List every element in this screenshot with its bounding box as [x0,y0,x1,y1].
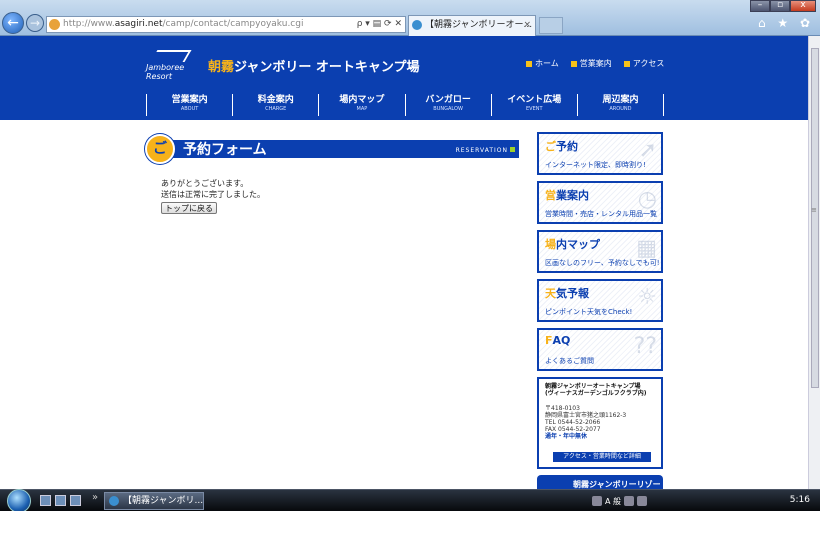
below-screen-area [0,511,820,541]
chevron-icon[interactable]: » [92,492,98,503]
sidebar-box-weather[interactable]: 天気予報 ピンポイント天気をCheck! ☼ [537,279,663,322]
contact-info: 朝霧ジャンボリーオートキャンプ場 (ヴィーナスガーデンゴルフクラブ内) 〒418… [537,377,663,469]
cursor-icon: ➚ [638,138,657,163]
back-icon[interactable]: ← [2,12,24,34]
resort-banner[interactable]: 朝霧ジャンボリーリゾート [537,475,669,489]
main-content: ご 予約フォーム RESERVATION ありがとうございます。 送信は正常に完… [145,134,521,214]
info-fax: FAX 0544-52-2077 [545,426,601,433]
util-link-access[interactable]: アクセス [623,58,664,69]
close-button[interactable]: x [790,0,816,12]
tab-title: 【朝霧ジャンボリーオー... [425,20,533,30]
browser-tab[interactable]: 【朝霧ジャンボリーオー... × [408,15,536,36]
page-title-bar: ご 予約フォーム RESERVATION [145,134,519,164]
ie-quicklaunch-icon[interactable] [70,495,81,506]
tray-network-icon[interactable] [624,496,635,506]
minimize-button[interactable]: – [750,0,770,12]
browser-tools-icons[interactable]: ⌂ ★ ✿ [758,16,814,30]
new-tab-button[interactable] [539,17,563,34]
message-line-2: 送信は正常に完了しました。 [161,190,265,199]
sidebar: ご予約 インターネット限定、即時割り! ➚ 営業案内 営業時間・売店・レンタル用品一覧… [537,132,669,489]
sidebar-box-business[interactable]: 営業案内 営業時間・売店・レンタル用品一覧 ◷ [537,181,663,224]
info-tel: TEL 0544-52-2066 [545,419,601,426]
global-nav: 営業案内 ABOUT 料金案内 CHARGE 場内マップ MAP バンガロー BUNGA… [146,94,665,116]
question-icon: ?? [633,334,657,359]
site-name-rest: ジャンボリー オートキャンプ場 [234,60,420,75]
info-zip: 〒418-0103 [545,405,580,412]
nav-item-event[interactable]: イベント広場 EVENT [492,94,578,116]
nav-item-bungalow[interactable]: バンガロー BUNGALOW [406,94,492,116]
tab-close-icon[interactable]: × [523,16,531,35]
start-button[interactable] [7,489,31,513]
info-name-sub: (ヴィーナスガーデンゴルフクラブ内) [545,390,647,397]
site-header: Jamboree Resort 朝霧ジャンボリー オートキャンプ場 ホーム 営業… [0,36,808,120]
page-title-en: RESERVATION [456,147,515,154]
site-name: 朝霧ジャンボリー オートキャンプ場 [208,56,420,75]
url-host: asagiri.net [114,19,163,29]
ime-indicator[interactable]: A 般 [605,496,621,507]
site-name-accent: 朝霧 [208,60,235,75]
info-address: 静岡県富士宮市猪之頭1162-3 [545,412,627,419]
page-title: 予約フォーム [183,142,267,158]
url-path: /camp/contact/campyoyaku.cgi [162,19,304,29]
sidebar-box-map[interactable]: 場内マップ 区画なしのフリー、予約なしでも可! ▦ [537,230,663,273]
page-viewport: Jamboree Resort 朝霧ジャンボリー オートキャンプ場 ホーム 営業… [0,36,808,489]
info-holiday: 通年・年中無休 [545,433,588,440]
ie-icon [109,496,119,506]
tray-app-icon[interactable] [592,496,602,506]
utility-links: ホーム 営業案内 アクセス [526,58,664,69]
back-to-top-button[interactable]: トップに戻る [161,202,217,214]
ie-icon [412,20,422,30]
address-bar[interactable]: http://www.asagiri.net/camp/contact/camp… [46,16,406,33]
maximize-button[interactable]: ▫ [770,0,790,12]
switch-windows-icon[interactable] [55,495,66,506]
nav-item-map[interactable]: 場内マップ MAP [319,94,406,116]
info-name: 朝霧ジャンボリーオートキャンプ場 [545,383,641,390]
nav-item-around[interactable]: 周辺案内 AROUND [578,94,665,116]
util-link-home[interactable]: ホーム [526,58,559,69]
quick-launch [40,495,81,506]
jamboree-logo[interactable]: Jamboree Resort [146,50,208,82]
logo-text-2: Resort [146,72,172,81]
map-icon: ▦ [636,236,657,261]
scrollbar-thumb[interactable] [811,48,819,388]
message-line-1: ありがとうございます。 [161,179,249,188]
show-desktop-icon[interactable] [40,495,51,506]
clock[interactable]: 5:16 [790,495,810,505]
window-controls: – ▫ x [750,0,816,12]
confirmation-message: ありがとうございます。 送信は正常に完了しました。 [161,178,521,200]
title-mark: ご [145,134,175,164]
access-detail-link[interactable]: アクセス・営業時間など詳細 [553,452,651,462]
util-link-about[interactable]: 営業案内 [570,58,612,69]
vertical-scrollbar[interactable]: ≡ [808,36,820,489]
logo-text-1: Jamboree [146,63,185,72]
sidebar-box-reservation[interactable]: ご予約 インターネット限定、即時割り! ➚ [537,132,663,175]
taskbar: » 【朝霧ジャンボリ... A 般 5:16 [0,489,820,513]
tray-volume-icon[interactable] [637,496,648,506]
taskbar-ie-window[interactable]: 【朝霧ジャンボリ... [104,492,204,510]
nav-item-charge[interactable]: 料金案内 CHARGE [233,94,320,116]
sidebar-box-faq[interactable]: FAQ よくあるご質問?? [537,328,663,371]
address-controls[interactable]: ρ ▾ ▤ ⟳ ✕ [357,17,402,32]
sun-icon: ☼ [637,285,657,310]
clock-icon: ◷ [637,187,657,212]
browser-chrome: ← → http://www.asagiri.net/camp/contact/… [0,0,820,36]
url-prefix: http://www. [63,19,115,29]
page-icon [49,19,60,30]
scroll-grip-icon: ≡ [811,206,817,214]
forward-icon[interactable]: → [26,14,44,32]
system-tray: A 般 [592,493,648,509]
logo-roof-icon [150,50,192,62]
nav-item-about[interactable]: 営業案内 ABOUT [147,94,234,116]
